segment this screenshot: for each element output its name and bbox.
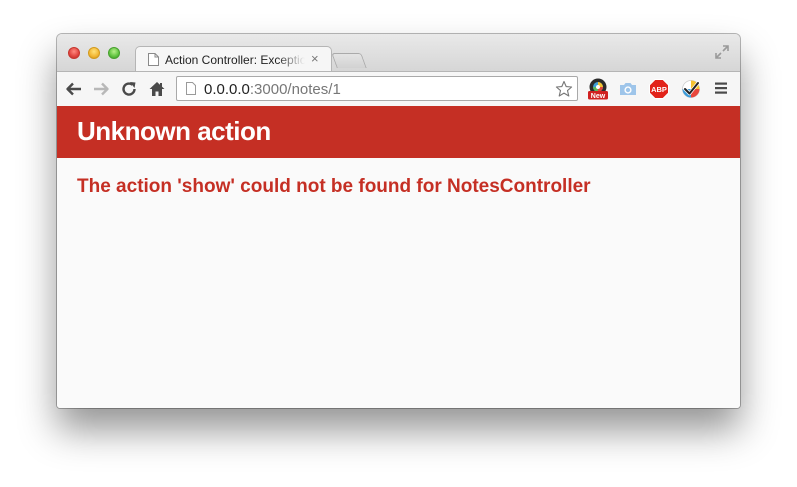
browser-window: Action Controller: Exception caught × [57, 34, 740, 408]
minimize-window-button[interactable] [88, 47, 100, 59]
url-path: :3000/notes/1 [249, 81, 341, 98]
close-icon[interactable]: × [311, 51, 319, 66]
camera-icon[interactable] [617, 78, 639, 100]
checklist-icon[interactable] [680, 78, 702, 100]
page-title: Unknown action [77, 116, 271, 146]
star-icon[interactable] [555, 80, 573, 98]
abp-label: ABP [651, 85, 667, 94]
tab-strip: Action Controller: Exception caught × [57, 34, 740, 73]
error-header: Unknown action [57, 106, 740, 158]
zoom-window-button[interactable] [108, 47, 120, 59]
new-badge-text: New [591, 93, 606, 100]
url-text: 0.0.0.0:3000/notes/1 [204, 81, 341, 98]
toolbar: 0.0.0.0:3000/notes/1 New ABP [57, 71, 740, 106]
menu-icon[interactable] [714, 81, 728, 95]
tab-active[interactable]: Action Controller: Exception caught × [135, 46, 332, 73]
extension-new-icon[interactable]: New [587, 78, 609, 100]
home-icon[interactable] [148, 80, 166, 98]
back-arrow-icon[interactable] [65, 80, 83, 98]
close-window-button[interactable] [68, 47, 80, 59]
address-bar[interactable]: 0.0.0.0:3000/notes/1 [176, 76, 578, 101]
reload-icon[interactable] [120, 80, 138, 98]
page-content: Unknown action The action 'show' could n… [57, 106, 740, 408]
url-host: 0.0.0.0 [204, 81, 250, 98]
forward-arrow-icon[interactable] [92, 80, 110, 98]
new-tab-icon[interactable] [331, 53, 367, 68]
page-icon [186, 82, 196, 95]
page-icon [148, 53, 159, 66]
error-message: The action 'show' could not be found for… [77, 176, 591, 197]
abp-icon[interactable]: ABP [648, 78, 670, 100]
tab-title: Action Controller: Exception caught [165, 53, 305, 67]
fullscreen-icon[interactable] [714, 44, 730, 60]
